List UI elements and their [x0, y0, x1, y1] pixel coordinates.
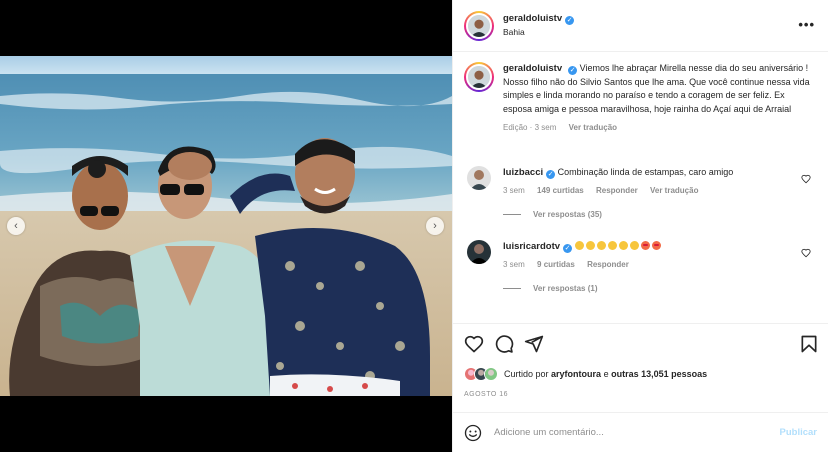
smiley-icon — [464, 424, 482, 441]
post-media: ‹ › — [0, 0, 452, 452]
liked-by-user[interactable]: aryfontoura — [551, 369, 601, 379]
liked-by-others[interactable]: outras 13,051 pessoas — [611, 369, 707, 379]
commenter-username[interactable]: luisricardotv — [503, 241, 560, 252]
caption-author-avatar[interactable] — [464, 62, 494, 92]
commenter-avatar[interactable] — [467, 166, 491, 190]
comment-time: 3 sem — [503, 260, 525, 269]
verified-badge-icon: ✓ — [568, 66, 578, 75]
commenter-avatar[interactable] — [467, 240, 491, 264]
reply-button[interactable]: Responder — [596, 186, 638, 195]
replies-divider — [503, 214, 521, 215]
reply-button[interactable]: Responder — [587, 260, 629, 269]
like-button[interactable] — [464, 334, 484, 354]
comment-icon — [495, 335, 514, 353]
chevron-left-icon: ‹ — [14, 219, 18, 232]
commenter-avatar-image — [467, 166, 491, 190]
more-options-button[interactable]: ••• — [798, 18, 815, 31]
more-horizontal-icon: ••• — [798, 17, 815, 32]
publish-button[interactable]: Publicar — [780, 427, 818, 438]
post-actions-section: Curtido por aryfontoura e outras 13,051 … — [453, 323, 828, 412]
comment-button[interactable] — [494, 334, 514, 354]
liked-by-connector: e — [603, 369, 609, 379]
author-username[interactable]: geraldoluistv — [503, 13, 562, 24]
post-location[interactable]: Bahia — [503, 27, 574, 38]
instagram-post: ‹ › geraldoluistv ✓ Bahia ••• geraldolui… — [0, 0, 828, 452]
carousel-prev-button[interactable]: ‹ — [7, 217, 25, 235]
author-avatar-image — [468, 14, 490, 37]
author-avatar[interactable] — [464, 10, 494, 41]
comments-list[interactable]: geraldoluistv ✓ Viemos lhe abraçar Mirell… — [453, 53, 828, 323]
view-replies-button[interactable]: Ver respostas (1) — [503, 282, 793, 295]
replies-divider — [503, 288, 521, 289]
emoji-picker-button[interactable] — [464, 424, 482, 442]
commenter-avatar-image — [467, 240, 491, 264]
caption-translate-link[interactable]: Ver tradução — [569, 123, 617, 132]
heart-eyes-emoji-icon — [651, 241, 661, 250]
comment-likes[interactable]: 149 curtidas — [537, 186, 584, 195]
clapping-hands-emoji-icon — [618, 241, 628, 250]
beach-photo-image — [0, 56, 452, 396]
heart-eyes-emoji-icon — [640, 241, 650, 250]
view-replies-button[interactable]: Ver respostas (35) — [503, 208, 793, 221]
save-button[interactable] — [799, 334, 819, 354]
share-button[interactable] — [524, 334, 544, 354]
clapping-hands-emoji-icon — [585, 241, 595, 250]
caption-username[interactable]: geraldoluistv — [503, 63, 562, 74]
clapping-hands-emoji-icon — [574, 241, 584, 250]
clapping-hands-emoji-icon — [607, 241, 617, 250]
commenter-username[interactable]: luizbacci — [503, 167, 543, 178]
add-comment-bar: Publicar — [453, 412, 828, 452]
verified-badge-icon: ✓ — [565, 15, 575, 25]
comment-text: Combinação linda de estampas, caro amigo — [557, 167, 734, 177]
liker-avatar — [484, 367, 498, 381]
comment-like-heart-icon[interactable] — [801, 174, 811, 184]
share-icon — [524, 335, 544, 353]
comment-translate-link[interactable]: Ver tradução — [650, 186, 698, 195]
comment-like-heart-icon[interactable] — [801, 248, 811, 258]
comment-input[interactable] — [494, 427, 754, 438]
comment-time: 3 sem — [503, 186, 525, 195]
liked-by-avatars[interactable] — [464, 367, 498, 381]
caption-avatar-image — [468, 66, 490, 88]
clapping-hands-emoji-icon — [596, 241, 606, 250]
caption-time: Edição · 3 sem — [503, 123, 557, 132]
comment-item: luizbacci ✓ Combinação linda de estampas,… — [464, 166, 819, 221]
comment-item: luisricardotv ✓ 3 sem 9 curtidas Responde… — [464, 240, 819, 295]
view-replies-label: Ver respostas (1) — [533, 284, 598, 293]
verified-badge-icon: ✓ — [546, 170, 556, 179]
post-photo[interactable] — [0, 56, 452, 396]
liked-by-summary: Curtido por aryfontoura e outras 13,051 … — [464, 367, 707, 381]
post-date[interactable]: AGOSTO 16 — [464, 391, 508, 398]
post-caption: geraldoluistv ✓ Viemos lhe abraçar Mirell… — [464, 62, 814, 135]
carousel-next-button[interactable]: › — [426, 217, 444, 235]
view-replies-label: Ver respostas (35) — [533, 210, 602, 219]
verified-badge-icon: ✓ — [563, 244, 573, 253]
heart-icon — [464, 335, 484, 353]
chevron-right-icon: › — [433, 219, 437, 232]
action-bar — [464, 334, 819, 356]
liked-by-prefix: Curtido por — [504, 369, 549, 379]
bookmark-icon — [801, 335, 817, 353]
comment-emojis — [574, 241, 663, 251]
clapping-hands-emoji-icon — [629, 241, 639, 250]
post-header: geraldoluistv ✓ Bahia ••• — [453, 0, 828, 52]
post-side-panel: geraldoluistv ✓ Bahia ••• geraldoluistv … — [452, 0, 828, 452]
comment-likes[interactable]: 9 curtidas — [537, 260, 575, 269]
